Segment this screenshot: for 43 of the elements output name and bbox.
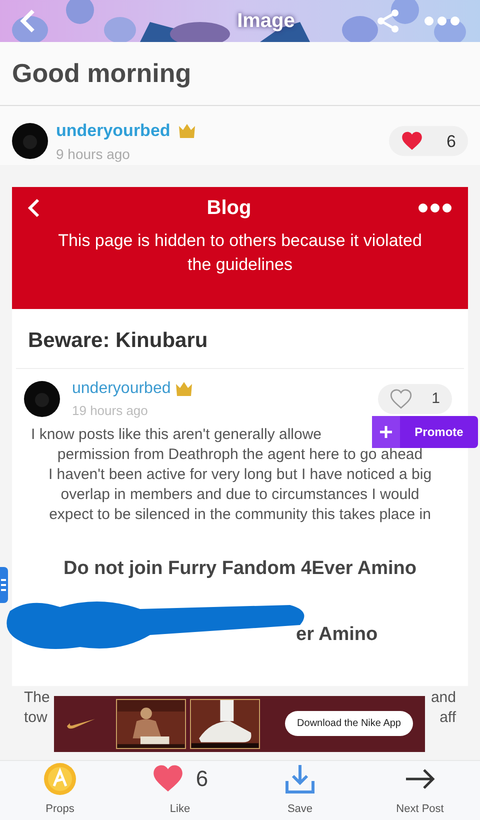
hidden-notice: This page is hidden to others because it violated the guidelines — [57, 230, 423, 276]
avatar[interactable] — [24, 380, 60, 417]
body-text: overlap in members and due to circumstances I would — [60, 484, 420, 504]
author-name: underyourbed — [72, 379, 171, 399]
download-icon — [284, 762, 316, 795]
promote-button[interactable]: Promote — [372, 416, 478, 448]
blog-heading: er Amino — [296, 622, 378, 647]
header-title: Image — [237, 9, 295, 34]
swoosh-icon — [66, 718, 96, 730]
like-count: 6 — [196, 765, 208, 794]
body-text: permission from Deathroph the agent here to go ahead — [57, 444, 423, 464]
blog-heading: Do not join Furry Fandom 4Ever Amino — [64, 556, 416, 580]
ad-cta-button[interactable]: Download the Nike App — [285, 711, 413, 736]
body-text: aff — [440, 708, 456, 728]
toolbar-button[interactable]: Save — [250, 761, 350, 817]
body-text: and — [430, 688, 456, 708]
post-time: 19 hours ago — [72, 402, 149, 420]
more-icon[interactable] — [424, 16, 460, 26]
like-button[interactable]: 6 — [388, 126, 468, 156]
share-icon[interactable] — [376, 9, 400, 33]
crown-badge-icon — [178, 122, 196, 139]
back-icon — [28, 198, 40, 218]
more-icon — [418, 202, 452, 212]
post-time: 9 hours ago — [56, 144, 131, 164]
arrow-right-icon — [404, 768, 436, 790]
plus-icon — [380, 426, 392, 438]
body-text: expect to be silenced in the community this takes place in — [49, 504, 431, 524]
blog-bar-title: Blog — [206, 196, 252, 220]
like-count: 1 — [432, 388, 440, 408]
back-icon[interactable] — [20, 8, 36, 34]
crown-badge-icon — [174, 381, 193, 397]
blog-title: Beware: Kinubaru — [28, 328, 209, 354]
list-tab-icon[interactable] — [0, 566, 8, 602]
ad-banner[interactable]: Download the Nike App — [54, 696, 425, 752]
body-text: tow — [24, 708, 48, 728]
body-text: The — [24, 688, 50, 708]
body-text: I know posts like this aren't generally allowe — [31, 424, 322, 444]
toolbar-button[interactable]: Next Post — [370, 761, 470, 817]
toolbar-button[interactable]: 6 Like — [130, 761, 230, 817]
avatar[interactable] — [12, 123, 48, 160]
body-text: I haven't been active for very long but I have noticed a big — [48, 464, 432, 484]
toolbar-button[interactable]: Props — [10, 761, 110, 817]
post-title: Good morning — [12, 57, 192, 90]
